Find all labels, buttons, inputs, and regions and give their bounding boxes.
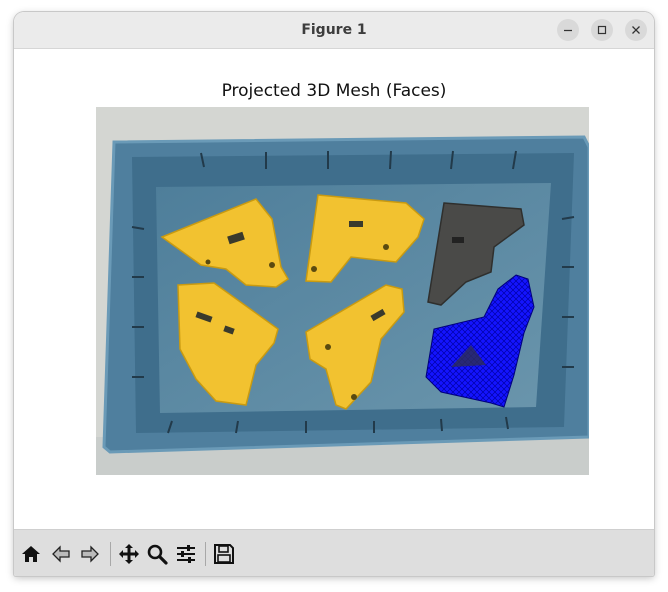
toolbar-separator: [205, 542, 206, 566]
minimize-icon: [564, 29, 572, 32]
figure-window: Figure 1 Projected 3D Mesh (Faces): [14, 12, 654, 576]
close-icon: [632, 26, 640, 34]
plot-title: Projected 3D Mesh (Faces): [221, 81, 447, 101]
navigation-toolbar: [14, 529, 654, 576]
move-arrows-icon: [119, 544, 139, 564]
configure-subplots-button[interactable]: [173, 541, 199, 567]
floppy-disk-icon: [214, 544, 234, 564]
home-icon: [22, 546, 40, 562]
toolbar-separator: [110, 542, 111, 566]
zoom-button[interactable]: [144, 541, 170, 567]
projected-mesh-image: [96, 107, 589, 475]
forward-arrow-icon: [81, 545, 99, 563]
home-button[interactable]: [18, 541, 44, 567]
save-button[interactable]: [211, 541, 237, 567]
magnifier-icon: [147, 544, 168, 565]
maximize-button[interactable]: [591, 19, 613, 41]
maximize-icon: [597, 25, 607, 35]
back-arrow-icon: [52, 545, 70, 563]
title-bar[interactable]: Figure 1: [14, 12, 654, 49]
back-button[interactable]: [48, 541, 74, 567]
forward-button[interactable]: [77, 541, 103, 567]
figure-canvas[interactable]: Projected 3D Mesh (Faces): [14, 49, 654, 529]
close-button[interactable]: [625, 19, 647, 41]
pan-button[interactable]: [116, 541, 142, 567]
sliders-icon: [177, 545, 195, 563]
minimize-button[interactable]: [557, 19, 579, 41]
